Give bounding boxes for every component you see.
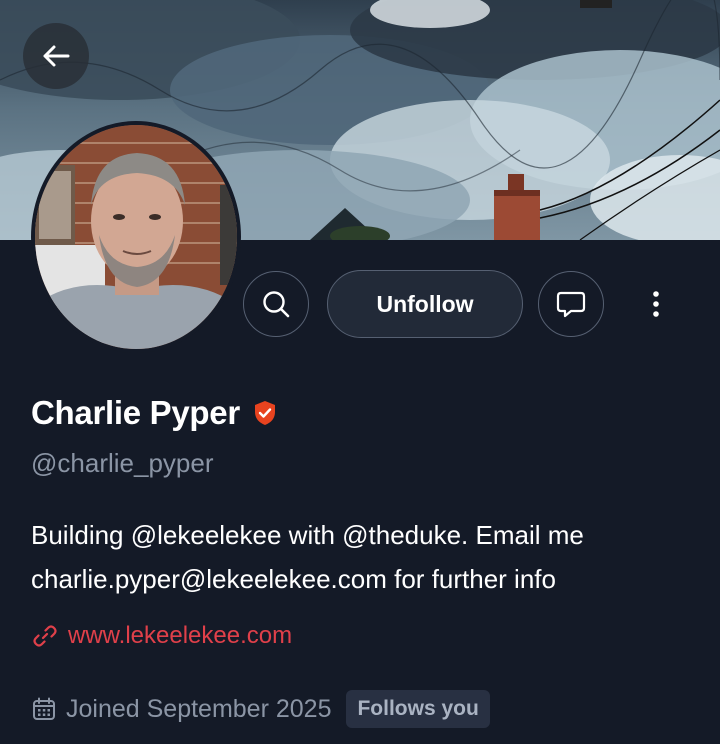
- avatar-photo: [35, 125, 237, 349]
- follows-you-badge: Follows you: [346, 690, 490, 728]
- arrow-left-icon: [39, 39, 73, 73]
- search-icon: [260, 288, 292, 320]
- more-vertical-icon: [652, 290, 660, 318]
- profile-name-row: Charlie Pyper: [31, 394, 276, 432]
- search-button[interactable]: [243, 271, 309, 337]
- avatar[interactable]: [31, 121, 241, 353]
- chat-bubble-icon: [554, 287, 588, 321]
- joined-row: Joined September 2025 Follows you: [31, 690, 490, 728]
- website-row: www.lekeelekee.com: [31, 622, 292, 650]
- profile-handle: @charlie_pyper: [31, 448, 214, 478]
- more-options-button[interactable]: [636, 284, 676, 324]
- message-button[interactable]: [538, 271, 604, 337]
- profile-bio: Building @lekeelekee with @theduke. Emai…: [31, 513, 691, 601]
- shield-check-icon[interactable]: [254, 400, 276, 426]
- bio-line: charlie.pyper@lekeelekee.com for further…: [31, 564, 556, 594]
- profile-name: Charlie Pyper: [31, 394, 240, 431]
- bio-line: Building @lekeelekee with @theduke. Emai…: [31, 520, 584, 550]
- back-button[interactable]: [23, 23, 89, 89]
- calendar-icon: [31, 696, 57, 722]
- website-link[interactable]: www.lekeelekee.com: [68, 622, 292, 650]
- joined-date: Joined September 2025: [66, 694, 332, 723]
- link-icon: [31, 622, 59, 650]
- unfollow-button[interactable]: Unfollow: [327, 270, 523, 338]
